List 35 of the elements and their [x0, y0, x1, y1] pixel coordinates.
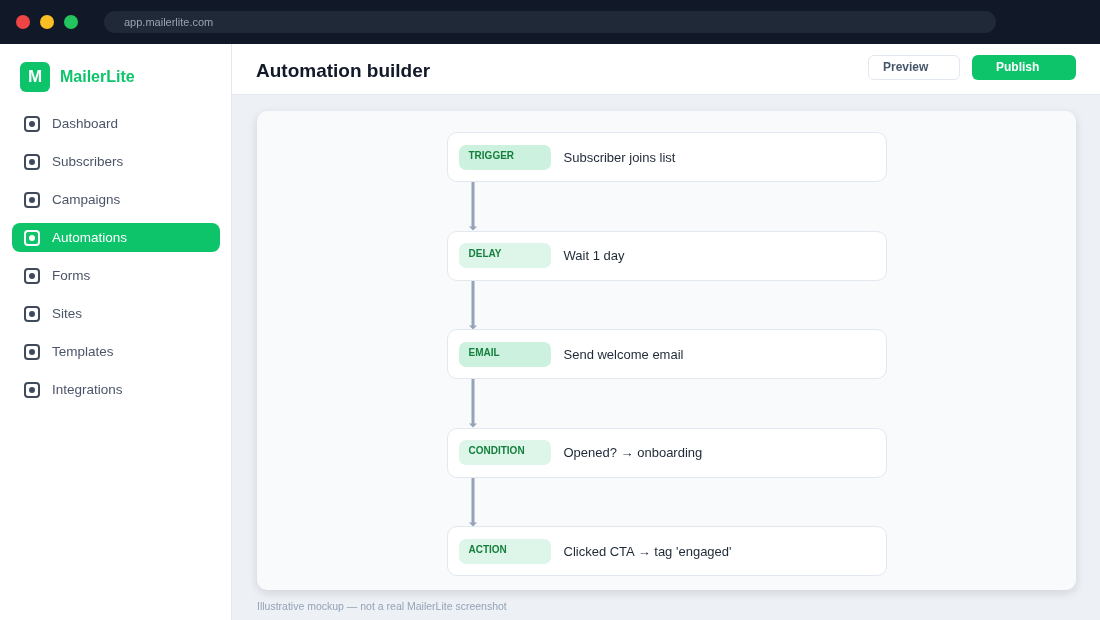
- window-minimize-icon[interactable]: [40, 15, 54, 29]
- nav-item[interactable]: Dashboard: [12, 109, 220, 138]
- step-tag: CONDITION: [458, 440, 551, 465]
- brand-name: MailerLite: [60, 68, 135, 86]
- step-description: Subscriber joins list: [563, 149, 676, 165]
- connector-arrow: [468, 477, 477, 526]
- step-description: Clicked CTA → tag 'engaged': [563, 543, 732, 559]
- workflow-step[interactable]: CONDITION Opened? → onboarding: [446, 427, 887, 478]
- step-tag: TRIGGER: [458, 144, 551, 170]
- step-tag: DELAY: [458, 243, 551, 268]
- window-close-icon[interactable]: [16, 15, 30, 29]
- footnote: Illustrative mockup — not a real MailerLite screenshot: [257, 600, 508, 612]
- connector-arrow: [468, 379, 477, 428]
- step-description: Send welcome email: [563, 346, 684, 362]
- step-description: Wait 1 day: [563, 248, 625, 263]
- nav-item[interactable]: Subscribers: [12, 147, 220, 176]
- nav-item[interactable]: Campaigns: [12, 185, 220, 214]
- logo-mark: M: [20, 62, 50, 92]
- page-title: Automation builder: [256, 60, 431, 82]
- preview-button[interactable]: Preview: [868, 54, 960, 80]
- workflow-step[interactable]: DELAY Wait 1 day: [446, 230, 887, 281]
- connector-arrow: [468, 182, 477, 231]
- connector-arrow: [468, 280, 477, 329]
- workflow-step[interactable]: EMAIL Send welcome email: [446, 329, 887, 379]
- step-tag: EMAIL: [458, 341, 551, 367]
- workflow-step[interactable]: TRIGGER Subscriber joins list: [446, 132, 887, 182]
- step-tag: ACTION: [458, 538, 551, 564]
- window-maximize-icon[interactable]: [64, 15, 78, 29]
- workflow-step[interactable]: ACTION Clicked CTA → tag 'engaged': [446, 526, 887, 576]
- nav-item[interactable]: Templates: [12, 337, 220, 366]
- nav-item[interactable]: Sites: [12, 299, 220, 328]
- step-description: Opened? → onboarding: [563, 445, 703, 460]
- address-field[interactable]: app.mailerlite.com: [104, 11, 996, 33]
- nav-item[interactable]: Forms: [12, 261, 220, 290]
- nav-item[interactable]: Integrations: [12, 375, 220, 404]
